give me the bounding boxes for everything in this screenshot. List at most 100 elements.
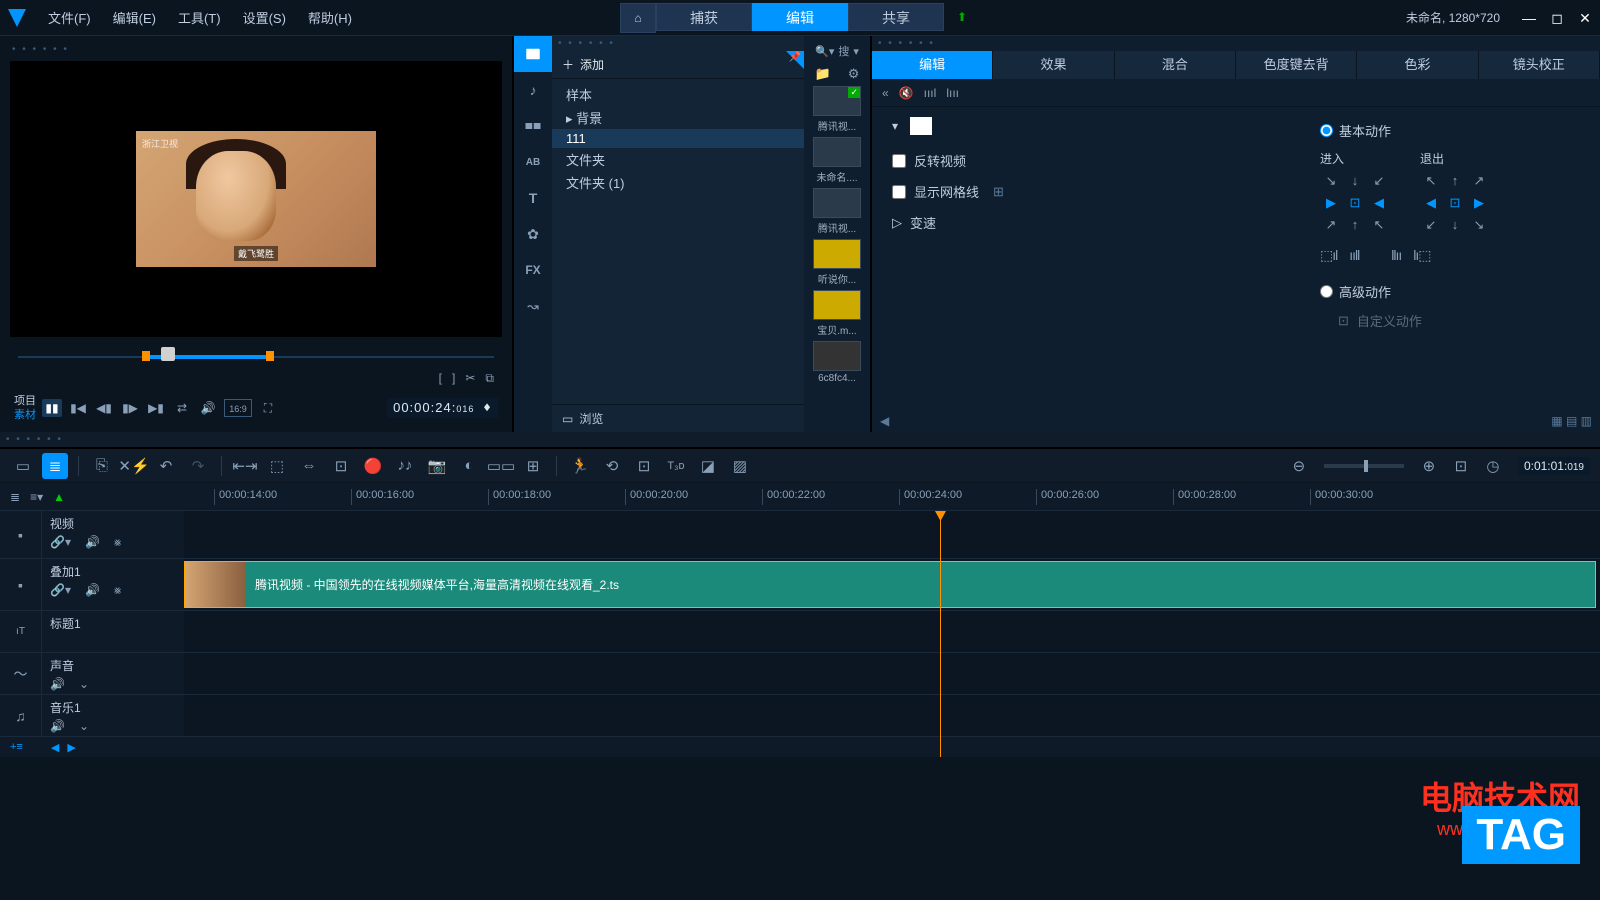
fadein-icon[interactable]: ıııl <box>924 86 937 100</box>
mark-out-icon[interactable]: ] <box>452 371 455 386</box>
copy-attrs-icon[interactable]: ⎘ <box>89 453 115 479</box>
speed-button[interactable]: ▷变速 <box>892 207 1280 238</box>
multi-trim-icon[interactable]: ▭▭ <box>488 453 514 479</box>
close-button[interactable]: ✕ <box>1578 11 1592 25</box>
fx-tool-icon[interactable]: FX <box>514 252 552 288</box>
mute-icon[interactable]: 🔊 <box>50 719 65 733</box>
import-icon[interactable]: 📁 <box>815 66 831 82</box>
undo-icon[interactable]: ↶ <box>153 453 179 479</box>
snapshot-icon[interactable]: 📷 <box>424 453 450 479</box>
maximize-button[interactable]: ◻ <box>1550 11 1564 25</box>
redo-icon[interactable]: ↷ <box>185 453 211 479</box>
title-tool-icon[interactable]: AB <box>514 144 552 180</box>
media-tool-icon[interactable] <box>514 36 552 72</box>
overlay-tool-icon[interactable]: ✿ <box>514 216 552 252</box>
video-track-icon[interactable]: ▪ <box>0 511 42 558</box>
copy-icon[interactable]: ⧉ <box>485 371 494 386</box>
advanced-motion-radio[interactable]: 高级动作 <box>1320 278 1580 305</box>
3d-title-icon[interactable]: T₃ᴅ <box>663 453 689 479</box>
thumb-item[interactable]: 腾讯视... <box>811 188 863 235</box>
transition-tool-icon[interactable] <box>514 108 552 144</box>
prev-frame-icon[interactable]: ◀▮ <box>94 399 114 417</box>
mark-in-icon[interactable]: [ <box>439 371 442 386</box>
goto-start-icon[interactable]: ▮◀ <box>68 399 88 417</box>
thumb-item[interactable]: 听说你... <box>811 239 863 286</box>
upload-icon[interactable]: ⬆ <box>944 3 980 33</box>
proptab-color[interactable]: 色彩 <box>1357 51 1478 79</box>
link-icon[interactable]: 🔗▾ <box>50 535 71 550</box>
goto-end-icon[interactable]: ▶▮ <box>146 399 166 417</box>
split-horiz-icon[interactable]: ⇔ <box>296 453 322 479</box>
fullscreen-icon[interactable]: ⛶ <box>258 399 278 417</box>
next-frame-icon[interactable]: ▮▶ <box>120 399 140 417</box>
project-mode-label[interactable]: 项目 <box>14 394 36 408</box>
pin-icon[interactable]: 📌 <box>789 52 801 63</box>
play-button[interactable]: ▮▮ <box>42 399 62 417</box>
trackopt-icon[interactable]: ≡▾ <box>30 490 43 504</box>
home-tab[interactable]: ⌂ <box>620 3 656 33</box>
tab-edit[interactable]: 编辑 <box>752 3 848 31</box>
tracklist-toggle-icon[interactable]: ≣ <box>10 490 20 504</box>
grid-crop-icon[interactable]: ⊞ <box>520 453 546 479</box>
view-grid-icon[interactable]: ▤ <box>1566 414 1577 428</box>
tab-capture[interactable]: 捕获 <box>656 3 752 31</box>
music-track-icon[interactable]: ♫ <box>0 695 42 736</box>
audio-filter-icon[interactable]: ♪♪ <box>392 453 418 479</box>
voice-track-icon[interactable]: 〜 <box>0 653 42 694</box>
browse-button[interactable]: ▭ 浏览 <box>552 404 804 432</box>
fade-graphs[interactable]: ⬚ılııllllıılı⬚ <box>1320 247 1580 264</box>
proptab-effect[interactable]: 效果 <box>993 51 1114 79</box>
basic-motion-radio[interactable]: 基本动作 <box>1320 117 1580 144</box>
marker-icon[interactable]: ▲ <box>53 490 65 504</box>
crop-icon[interactable]: ⬚ <box>264 453 290 479</box>
menu-help[interactable]: 帮助(H) <box>298 4 362 31</box>
enter-direction-grid[interactable]: ↘↓↙ ▶⊡◀ ↗↑↖ <box>1320 171 1390 235</box>
audio-tool-icon[interactable]: ♪ <box>514 72 552 108</box>
timeline-view-icon[interactable]: ≣ <box>42 453 68 479</box>
folder-item[interactable]: 文件夹 <box>552 148 804 171</box>
video-clip[interactable]: 腾讯视频 - 中国领先的在线视频媒体平台,海量高清视频在线观看_2.ts <box>184 561 1596 608</box>
loop-icon[interactable]: ⇄ <box>172 399 192 417</box>
folder-item[interactable]: 文件夹 (1) <box>552 171 804 194</box>
camera-icon[interactable]: ⚙ <box>848 66 860 82</box>
time-ruler[interactable]: 00:00:14:00 00:00:16:00 00:00:18:00 00:0… <box>184 483 1600 510</box>
volume-icon[interactable]: 🔊 <box>198 399 218 417</box>
zoom-in-icon[interactable]: ⊕ <box>1416 453 1442 479</box>
cut-icon[interactable]: ✂ <box>465 371 475 386</box>
add-folder-button[interactable]: ＋ 添加 📌 <box>552 51 804 79</box>
mute-icon[interactable]: 🔊 <box>85 583 100 598</box>
overlay-track-icon[interactable]: ▪ <box>0 559 42 610</box>
reverse-video-checkbox[interactable]: 反转视频 <box>892 145 1280 176</box>
collapse-icon[interactable]: « <box>882 86 889 100</box>
scroll-right-icon[interactable]: ▶ <box>67 741 75 754</box>
color-dropdown-icon[interactable]: ▾ <box>892 119 898 133</box>
text-tool-icon[interactable]: T <box>514 180 552 216</box>
fadeout-icon[interactable]: lııı <box>946 86 959 100</box>
timeline-duration[interactable]: 0:01:01:019 <box>1518 457 1590 475</box>
mute-icon[interactable]: 🔊 <box>50 677 65 691</box>
zoom-out-icon[interactable]: ⊖ <box>1286 453 1312 479</box>
view-list-icon[interactable]: ▦ <box>1551 414 1562 428</box>
proptab-blend[interactable]: 混合 <box>1115 51 1236 79</box>
tools-icon[interactable]: ✕⚡ <box>121 453 147 479</box>
add-track-icon[interactable]: +≡ <box>10 741 23 753</box>
pan-zoom-icon[interactable]: ⊡ <box>328 453 354 479</box>
clock-icon[interactable]: ◷ <box>1480 453 1506 479</box>
scroll-left-icon[interactable]: ◀ <box>880 414 889 432</box>
record-icon[interactable]: 🔴 <box>360 453 386 479</box>
material-mode-label[interactable]: 素材 <box>14 408 36 422</box>
fit-icon[interactable]: ⊡ <box>1448 453 1474 479</box>
storyboard-view-icon[interactable]: ▭ <box>10 453 36 479</box>
mask-icon[interactable]: ◪ <box>695 453 721 479</box>
paintbrush-icon[interactable]: ▨ <box>727 453 753 479</box>
fx-icon[interactable]: ⨳ <box>114 583 121 598</box>
view-detail-icon[interactable]: ▥ <box>1581 414 1592 428</box>
menu-tools[interactable]: 工具(T) <box>168 4 231 31</box>
color-swatch[interactable] <box>910 117 932 135</box>
folder-item[interactable]: ▸ 背景 <box>552 106 804 129</box>
zoom-slider[interactable] <box>1324 464 1404 468</box>
motion-tool-icon[interactable]: ↝ <box>514 288 552 324</box>
show-grid-checkbox[interactable]: 显示网格线 ⊞ <box>892 176 1280 207</box>
menu-settings[interactable]: 设置(S) <box>233 4 296 31</box>
link-icon[interactable]: 🔗▾ <box>50 583 71 598</box>
